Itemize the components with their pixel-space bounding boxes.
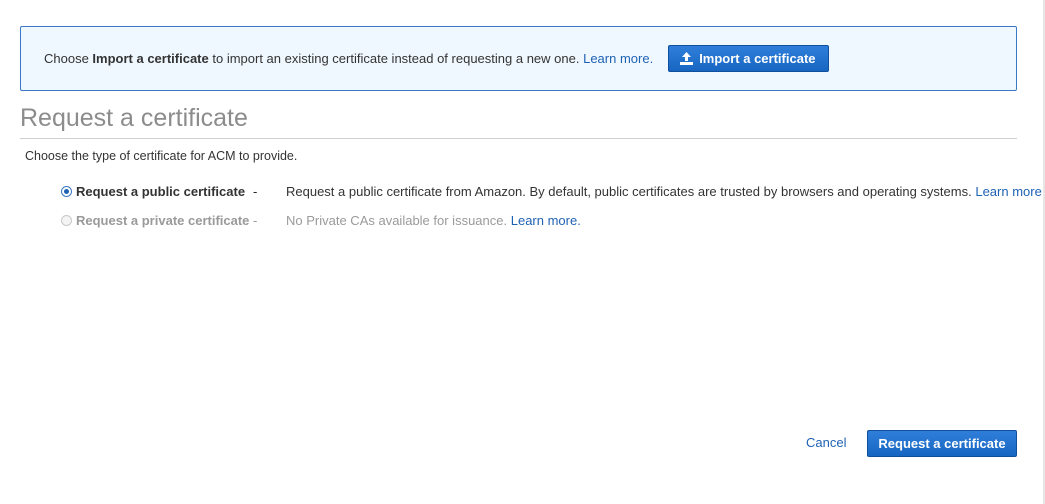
page-subtitle: Choose the type of certificate for ACM t… bbox=[25, 149, 298, 163]
private-certificate-label: Request a private certificate bbox=[76, 213, 250, 228]
upload-icon bbox=[679, 51, 694, 66]
import-button-label: Import a certificate bbox=[699, 51, 816, 66]
private-certificate-description: No Private CAs available for issuance. bbox=[286, 213, 508, 228]
cancel-link[interactable]: Cancel bbox=[806, 435, 846, 450]
option-separator: - bbox=[253, 184, 258, 199]
option-separator: - bbox=[253, 213, 258, 228]
page-title: Request a certificate bbox=[20, 104, 1017, 139]
public-certificate-label[interactable]: Request a public certificate bbox=[76, 184, 246, 199]
public-certificate-learn-more-link[interactable]: Learn more. bbox=[975, 184, 1045, 199]
private-certificate-learn-more-link[interactable]: Learn more. bbox=[511, 213, 581, 228]
private-certificate-radio bbox=[61, 215, 72, 226]
request-certificate-button[interactable]: Request a certificate bbox=[867, 430, 1017, 457]
option-private-certificate: Request a private certificate - No Priva… bbox=[61, 213, 581, 228]
banner-learn-more-link[interactable]: Learn more. bbox=[583, 51, 653, 66]
option-public-certificate[interactable]: Request a public certificate - Request a… bbox=[61, 184, 1045, 199]
public-certificate-description: Request a public certificate from Amazon… bbox=[286, 184, 972, 199]
banner-text: Choose Import a certificate to import an… bbox=[44, 51, 654, 66]
banner-bold-text: Import a certificate bbox=[92, 51, 209, 66]
import-certificate-button[interactable]: Import a certificate bbox=[668, 45, 829, 72]
public-certificate-radio[interactable] bbox=[61, 186, 72, 197]
info-banner: Choose Import a certificate to import an… bbox=[20, 26, 1017, 91]
